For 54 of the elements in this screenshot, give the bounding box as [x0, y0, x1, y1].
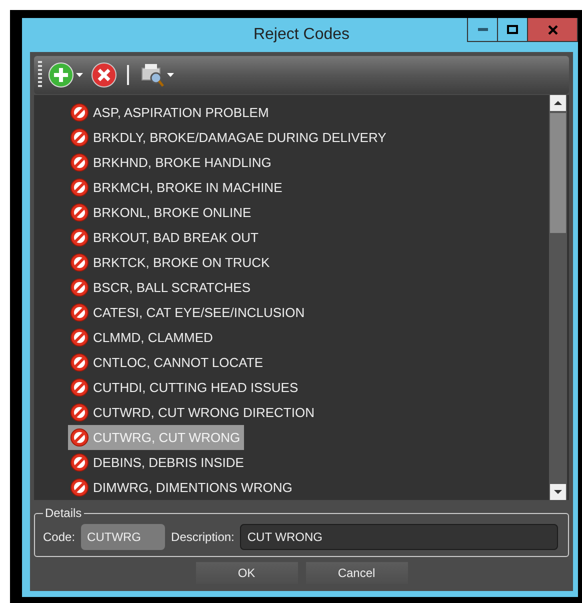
- list-item[interactable]: ASP, ASPIRATION PROBLEM: [68, 100, 273, 125]
- no-entry-icon: [70, 428, 89, 447]
- no-entry-icon: [70, 328, 89, 347]
- printer-magnifier-icon: [139, 62, 165, 88]
- dialog-button[interactable]: OK: [196, 562, 298, 584]
- list-item[interactable]: CATESI, CAT EYE/SEE/INCLUSION: [68, 300, 309, 325]
- list-item[interactable]: CUTHDI, CUTTING HEAD ISSUES: [68, 375, 302, 400]
- toolbar-grip: [38, 61, 42, 89]
- no-entry-icon: [70, 178, 89, 197]
- no-entry-icon: [70, 253, 89, 272]
- no-entry-icon: [70, 353, 89, 372]
- description-label: Description:: [171, 530, 234, 544]
- maximize-icon: [507, 25, 518, 34]
- maximize-button[interactable]: [498, 18, 528, 42]
- list-item[interactable]: DEBINS, DEBRIS INSIDE: [68, 450, 248, 475]
- list-item[interactable]: BRKOUT, BAD BREAK OUT: [68, 225, 262, 250]
- caret-icon: [76, 73, 83, 77]
- no-entry-icon: [70, 128, 89, 147]
- no-entry-icon: [70, 453, 89, 472]
- no-entry-icon: [70, 228, 89, 247]
- group-label: Details: [44, 506, 83, 520]
- plus-icon: [48, 62, 74, 88]
- list-item[interactable]: BSCR, BALL SCRATCHES: [68, 275, 254, 300]
- list-item[interactable]: BRKMCH, BROKE IN MACHINE: [68, 175, 286, 200]
- no-entry-icon: [70, 478, 89, 497]
- caret-icon: [167, 73, 174, 77]
- add-button[interactable]: [46, 62, 85, 88]
- description-field[interactable]: CUT WRONG: [240, 524, 558, 550]
- delete-button[interactable]: [89, 62, 119, 88]
- minimize-button[interactable]: [467, 18, 498, 42]
- code-label: Code:: [43, 530, 76, 544]
- scrollbar[interactable]: [549, 95, 567, 500]
- no-entry-icon: [70, 203, 89, 222]
- list-item[interactable]: CLMMD, CLAMMED: [68, 325, 217, 350]
- code-field[interactable]: CUTWRG: [81, 524, 166, 550]
- close-icon: [548, 24, 558, 34]
- list-item[interactable]: BRKDLY, BROKE/DAMAGAE DURING DELIVERY: [68, 125, 390, 150]
- window-title: Reject Codes: [253, 26, 350, 44]
- no-entry-icon: [70, 403, 89, 422]
- list-item[interactable]: DIMWRG, DIMENTIONS WRONG: [68, 475, 296, 500]
- no-entry-icon: [70, 278, 89, 297]
- no-entry-icon: [70, 103, 89, 122]
- no-entry-icon: [70, 303, 89, 322]
- list-item[interactable]: CNTLOC, CANNOT LOCATE: [68, 350, 267, 375]
- minimize-icon: [478, 28, 488, 31]
- no-entry-icon: [70, 378, 89, 397]
- no-entry-icon: [70, 153, 89, 172]
- list-item[interactable]: BRKHND, BROKE HANDLING: [68, 150, 276, 175]
- list-item[interactable]: BRKONL, BROKE ONLINE: [68, 200, 256, 225]
- list-item[interactable]: BRKTCK, BROKE ON TRUCK: [68, 250, 274, 275]
- close-button[interactable]: [528, 18, 578, 42]
- list-item[interactable]: CUTWRD, CUT WRONG DIRECTION: [68, 400, 318, 425]
- dialog-button[interactable]: Cancel: [306, 562, 408, 584]
- delete-icon: [91, 62, 117, 88]
